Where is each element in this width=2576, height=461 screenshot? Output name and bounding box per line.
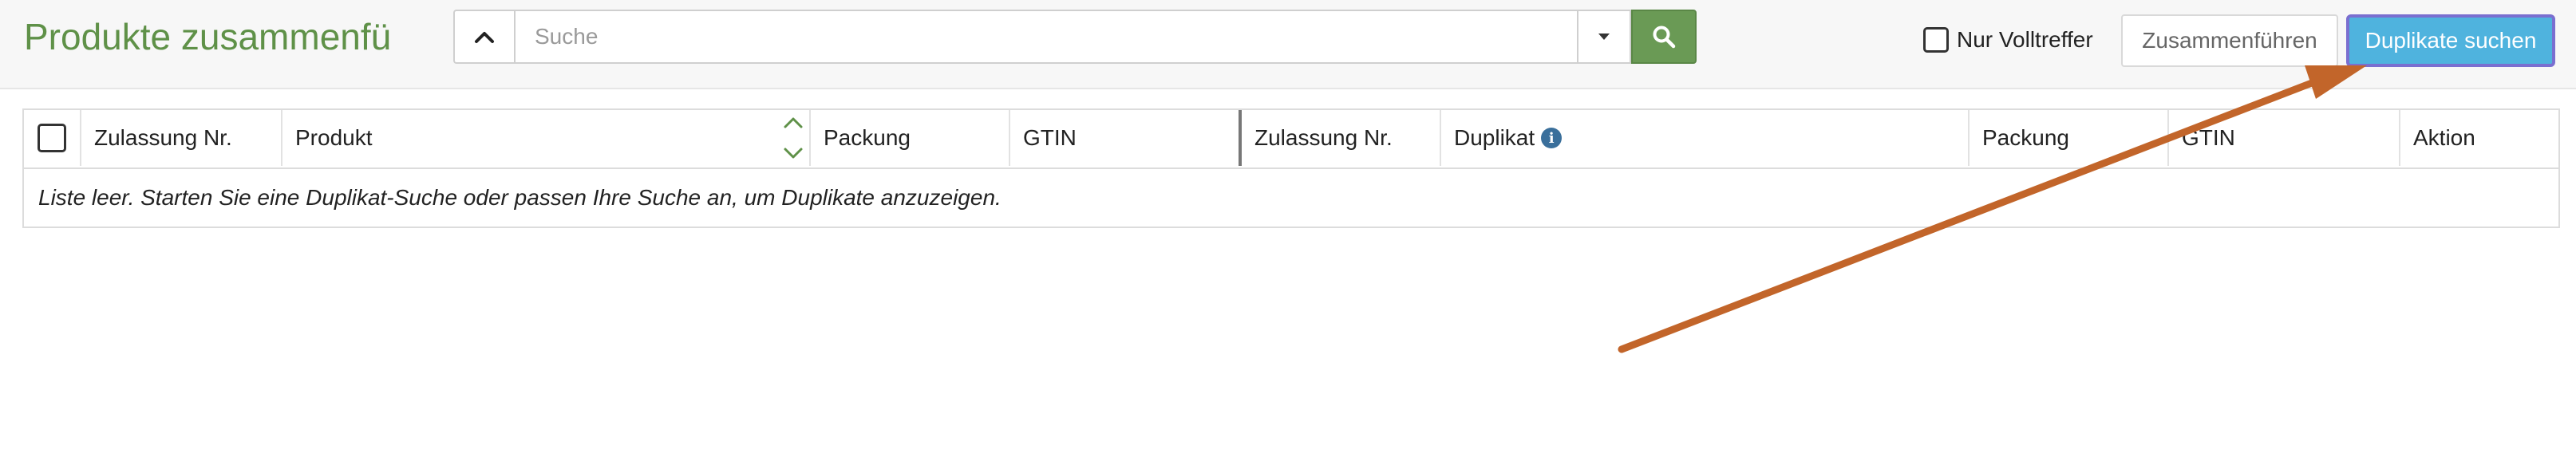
column-header-dup-approval-no[interactable]: Zulassung Nr. <box>1242 110 1441 166</box>
column-header-action: Aktion <box>2413 125 2475 150</box>
search-group <box>453 10 1697 64</box>
top-toolbar: Produkte zusammenfü Nur Volltreffer Zusa… <box>0 0 2576 89</box>
search-button[interactable] <box>1631 10 1697 64</box>
caret-down-icon <box>1598 33 1610 40</box>
chevron-up-icon <box>475 32 494 43</box>
column-header-package[interactable]: Packung <box>811 110 1010 166</box>
duplicates-table: Zulassung Nr. Produkt Packung GTIN Zulas… <box>22 108 2560 228</box>
only-exact-matches-toggle[interactable]: Nur Volltreffer <box>1923 24 2093 56</box>
column-header-approval-no[interactable]: Zulassung Nr. <box>81 110 282 166</box>
page-title: Produkte zusammenfü <box>24 16 392 57</box>
select-all-cell <box>24 110 81 166</box>
only-exact-label: Nur Volltreffer <box>1957 27 2093 52</box>
select-all-checkbox[interactable] <box>38 124 66 152</box>
column-header-gtin[interactable]: GTIN <box>1010 110 1242 166</box>
column-header-duplicate-label: Duplikat <box>1454 125 1535 150</box>
search-input[interactable] <box>514 10 1578 64</box>
column-header-product[interactable]: Produkt <box>282 110 811 166</box>
column-header-dup-package[interactable]: Packung <box>1970 110 2169 166</box>
column-header-duplicate[interactable]: Duplikat i <box>1441 110 1970 166</box>
column-header-dup-gtin[interactable]: GTIN <box>2169 110 2400 166</box>
only-exact-checkbox[interactable] <box>1923 27 1949 53</box>
column-header-product-label: Produkt <box>295 125 373 150</box>
collapse-button[interactable] <box>453 10 514 64</box>
table-header: Zulassung Nr. Produkt Packung GTIN Zulas… <box>24 110 2558 169</box>
search-options-dropdown[interactable] <box>1578 10 1631 64</box>
empty-list-message: Liste leer. Starten Sie eine Duplikat-Su… <box>38 185 1002 210</box>
find-duplicates-button[interactable]: Duplikate suchen <box>2346 14 2555 67</box>
merge-button[interactable]: Zusammenführen <box>2121 14 2338 67</box>
search-icon <box>1653 26 1676 49</box>
sort-icon[interactable] <box>782 115 804 161</box>
info-icon[interactable]: i <box>1541 128 1563 148</box>
